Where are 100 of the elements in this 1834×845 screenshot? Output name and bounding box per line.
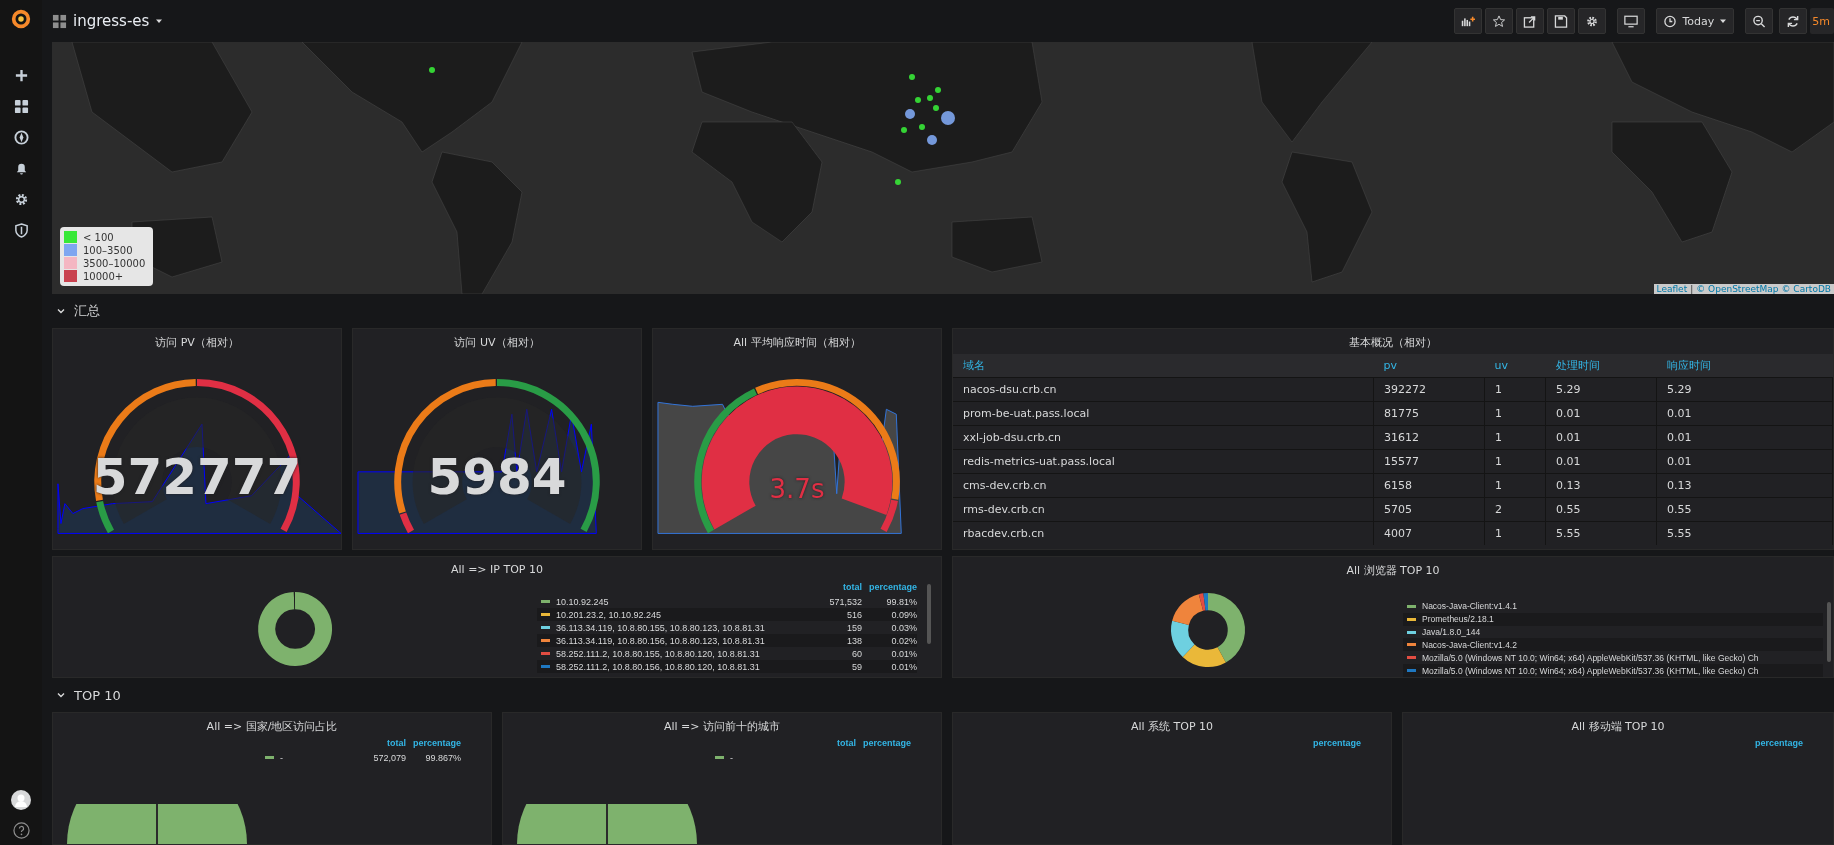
star-button[interactable] (1485, 8, 1514, 34)
refresh-interval-picker[interactable]: 5m (1810, 8, 1834, 34)
column-header[interactable]: pv (1373, 354, 1485, 378)
legend-label[interactable]: 58.252.111.2, 10.8.80.155, 10.8.80.120, 10.8.81.31 (556, 648, 812, 659)
grafana-logo-icon[interactable] (10, 8, 32, 30)
legend-percentage: 0.09% (890, 609, 917, 620)
refresh-button[interactable] (1779, 8, 1808, 34)
star-icon (1492, 14, 1507, 28)
panel-title[interactable]: All => 国家/地区访问占比 (53, 713, 491, 738)
table-cell: 1 (1484, 401, 1546, 426)
table-cell: 0.01 (1545, 449, 1657, 474)
legend-column-header[interactable]: percentage (1748, 738, 1803, 751)
table-cell: cms-dev.crb.cn (953, 473, 1374, 498)
legend-label[interactable]: 10.10.92.245 (556, 596, 812, 607)
legend-percentage: 99.867% (424, 752, 461, 763)
legend-column-header[interactable]: percentage (856, 738, 911, 751)
legend-percentage: 99.81% (885, 596, 917, 607)
settings-button[interactable] (1578, 8, 1607, 34)
plus-icon[interactable] (13, 68, 29, 83)
legend-label[interactable]: 58.252.111.2, 10.8.80.156, 10.8.80.120, 10.8.81.31 (556, 661, 812, 672)
legend-label[interactable]: 36.113.34.119, 10.8.80.156, 10.8.80.123, 10.8.81.31 (556, 635, 812, 646)
panel-title[interactable]: All 浏览器 TOP 10 (953, 557, 1833, 582)
legend-label: 10000+ (83, 270, 124, 282)
zoom-out-button[interactable] (1745, 8, 1774, 34)
panel-title[interactable]: 访问 UV（相对） (353, 329, 641, 354)
gauge-value: 5984 (426, 452, 568, 502)
legend-label: 100–3500 (83, 244, 133, 256)
table-cell: 5.29 (1656, 377, 1833, 402)
table-cell: 0.01 (1656, 425, 1833, 450)
column-header[interactable]: 域名 (953, 354, 1374, 378)
column-header[interactable]: 响应时间 (1656, 354, 1833, 378)
column-header[interactable]: uv (1484, 354, 1546, 378)
gauge-value: 3.7s (768, 476, 826, 502)
settings-icon[interactable] (13, 192, 29, 207)
table-cell: 5705 (1373, 497, 1485, 522)
legend-label[interactable]: - (280, 752, 356, 763)
table-cell: 1 (1484, 425, 1546, 450)
panel-title[interactable]: 访问 PV（相对） (53, 329, 341, 354)
avatar-icon[interactable] (11, 790, 31, 810)
tv-mode-button[interactable] (1617, 8, 1646, 34)
panel-title[interactable]: 基本概况（相对） (953, 329, 1833, 354)
legend-column-header[interactable]: percentage (406, 738, 461, 751)
legend-label[interactable]: 10.201.23.2, 10.10.92.245 (556, 609, 812, 620)
chevron-icon[interactable] (56, 690, 66, 700)
table-cell: 81775 (1373, 401, 1485, 426)
chevron-icon[interactable] (56, 306, 66, 316)
table-cell: 0.01 (1656, 401, 1833, 426)
shield-icon[interactable] (13, 223, 29, 238)
legend-column-header[interactable]: total (802, 582, 862, 595)
table-cell: 1 (1484, 449, 1546, 474)
add-panel-button[interactable] (1454, 8, 1483, 34)
table-cell: prom-be-uat.pass.local (953, 401, 1374, 426)
panel-title[interactable]: All 平均响应时间（相对） (653, 329, 941, 354)
table-cell: rms-dev.crb.cn (953, 497, 1374, 522)
legend-column-header[interactable]: total (796, 738, 856, 751)
table-cell: 5.55 (1545, 521, 1657, 545)
legend-total: 571,532 (828, 596, 862, 607)
dashboard-title[interactable]: ingress-es (73, 12, 150, 30)
caret-icon[interactable] (155, 17, 164, 25)
share-button[interactable] (1516, 8, 1545, 34)
share-icon (1523, 14, 1538, 28)
table-cell: 2 (1484, 497, 1546, 522)
panel-title[interactable]: All 移动端 TOP 10 (1403, 713, 1833, 738)
scrollbar[interactable] (927, 584, 931, 644)
row-title[interactable]: TOP 10 (74, 687, 121, 703)
legend-total: 60 (851, 648, 862, 659)
legend-label[interactable]: Java/1.8.0_144 (1422, 627, 1823, 638)
dashboards-icon[interactable] (13, 99, 29, 114)
table-cell: 4007 (1373, 521, 1485, 545)
settings-icon (1585, 14, 1600, 28)
scrollbar[interactable] (1827, 602, 1831, 662)
legend-total: 138 (845, 635, 862, 646)
dashboards-icon[interactable] (52, 13, 67, 29)
panel-title[interactable]: All => IP TOP 10 (53, 557, 941, 580)
compass-icon[interactable] (13, 130, 29, 145)
table-cell: xxl-job-dsu.crb.cn (953, 425, 1374, 450)
caret-icon (1719, 17, 1728, 25)
legend-column-header[interactable]: percentage (1306, 738, 1361, 751)
legend-label[interactable]: - (730, 752, 911, 763)
save-button[interactable] (1547, 8, 1576, 34)
table-cell: 0.01 (1656, 449, 1833, 474)
legend-column-header[interactable]: total (346, 738, 406, 751)
legend-percentage: 0.01% (890, 661, 917, 672)
table-cell: rbacdev.crb.cn (953, 521, 1374, 545)
legend-label[interactable]: Nacos-Java-Client:v1.4.1 (1422, 601, 1823, 612)
panel-title[interactable]: All 系统 TOP 10 (953, 713, 1391, 738)
table-cell: nacos-dsu.crb.cn (953, 377, 1374, 402)
save-icon (1554, 14, 1569, 28)
legend-percentage: 0.01% (890, 648, 917, 659)
row-title[interactable]: 汇总 (74, 302, 100, 320)
column-header[interactable]: 处理时间 (1545, 354, 1657, 378)
table-cell: 1 (1484, 473, 1546, 498)
time-range-picker[interactable]: Today (1656, 8, 1735, 34)
panel-title[interactable]: All => 访问前十的城市 (503, 713, 941, 738)
legend-column-header[interactable]: percentage (862, 582, 917, 595)
legend-label[interactable]: Mozilla/5.0 (Windows NT 10.0; Win64; x64) AppleWebKit/537.36 (KHTML, like Gecko) Ch (1422, 652, 1823, 663)
zoom-out-icon (1752, 14, 1767, 28)
table-cell: 5.55 (1656, 521, 1833, 545)
help-icon[interactable] (12, 822, 30, 839)
legend-label[interactable]: 36.113.34.119, 10.8.80.155, 10.8.80.123, 10.8.81.31 (556, 622, 812, 633)
